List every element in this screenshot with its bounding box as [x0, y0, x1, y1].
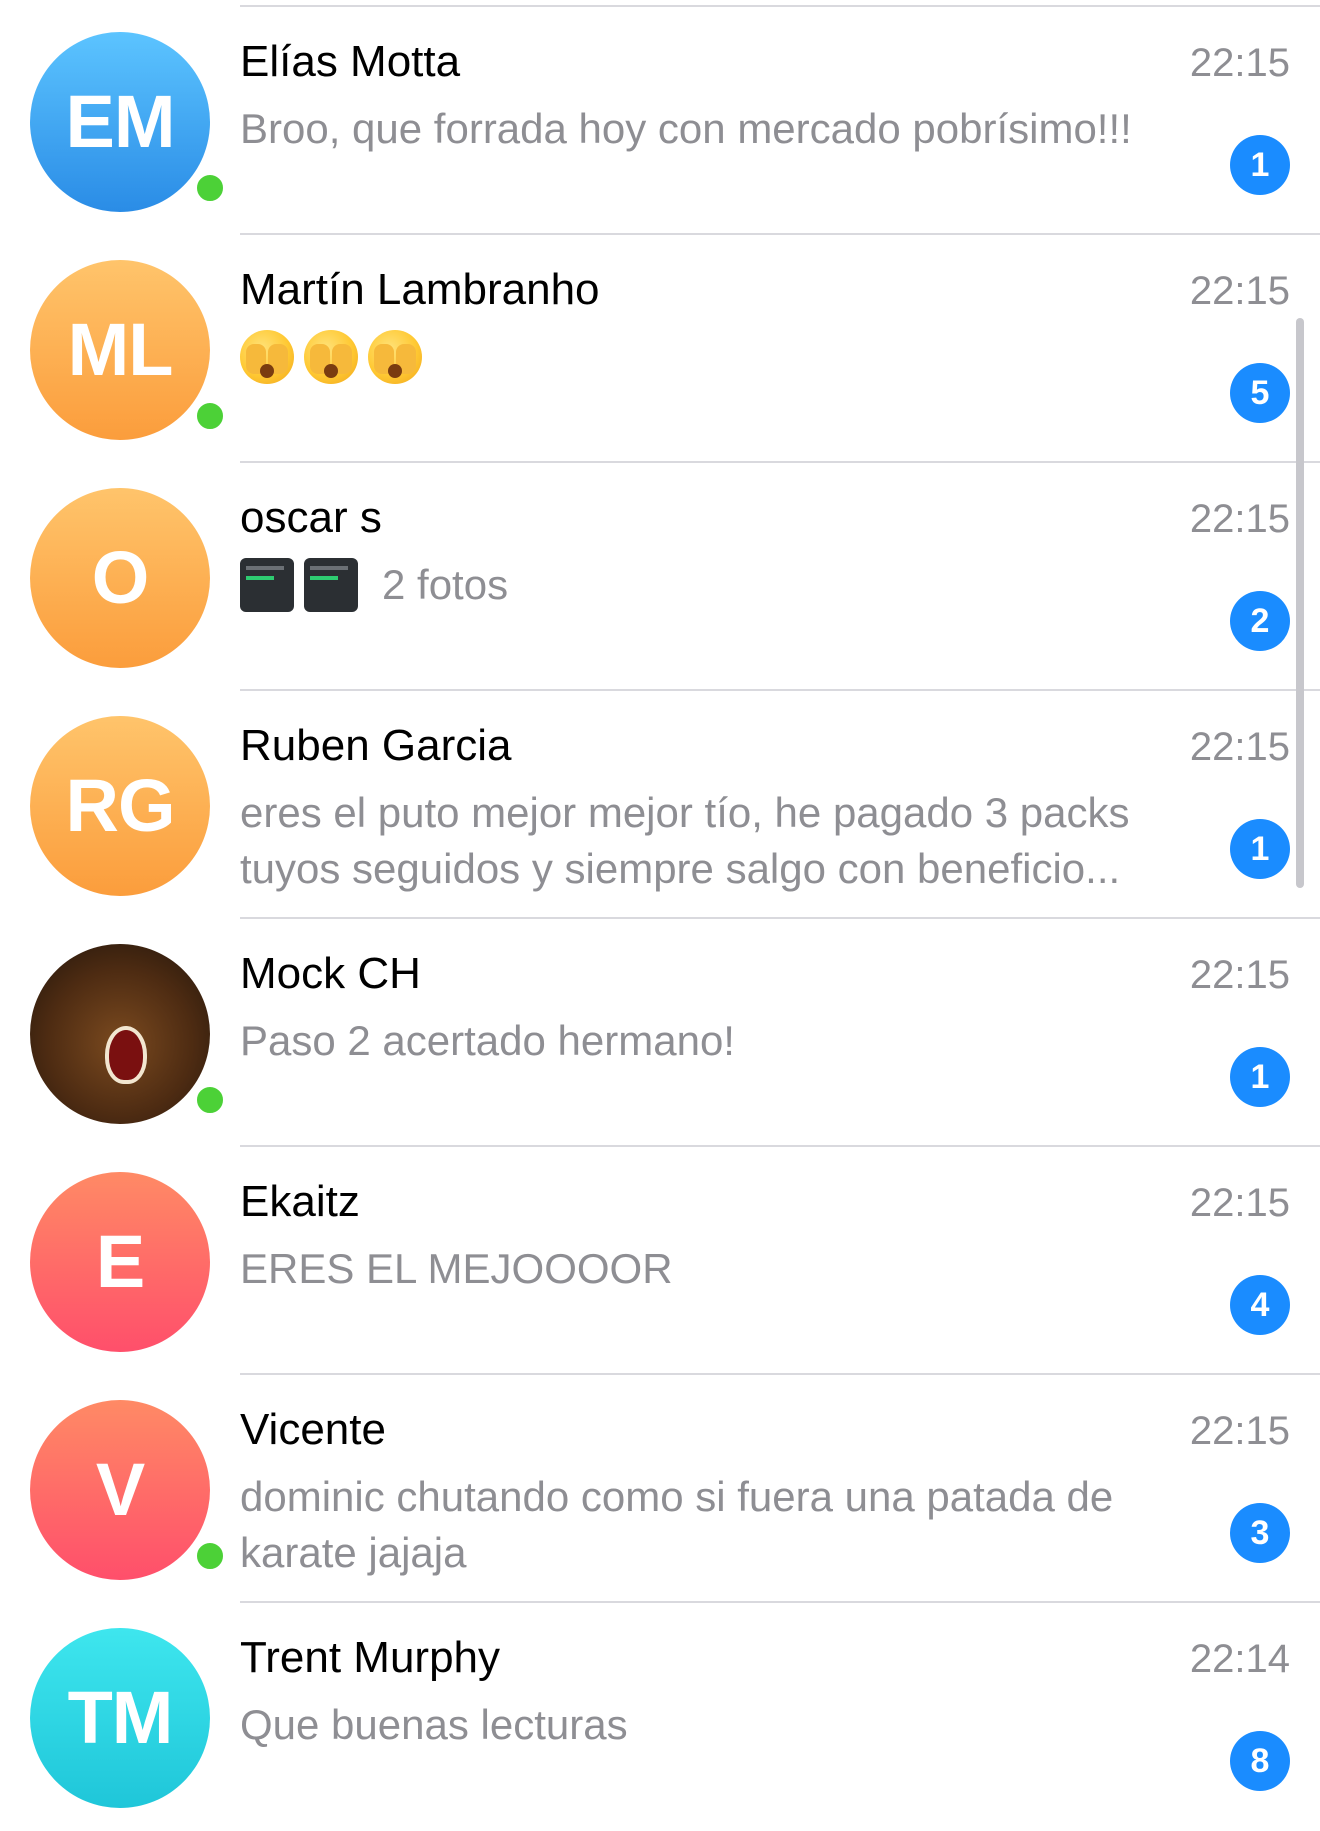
avatar-initials: ML: [67, 308, 174, 391]
unread-badge: 1: [1230, 1047, 1290, 1107]
chat-list: EM Elías Motta 22:15 Broo, que forrada h…: [0, 0, 1320, 1818]
chat-row-vicente[interactable]: V Vicente 22:15 dominic chutando como si…: [0, 1375, 1320, 1603]
online-status-icon: [192, 1082, 228, 1118]
chat-row-mock-ch[interactable]: Mock CH 22:15 Paso 2 acertado hermano! 1: [0, 919, 1320, 1147]
chat-preview: 2 fotos: [240, 557, 1220, 613]
chat-preview: dominic chutando como si fuera una patad…: [240, 1473, 1114, 1576]
online-status-icon: [192, 1538, 228, 1574]
chat-preview: Paso 2 acertado hermano!: [240, 1017, 735, 1064]
chat-name: Elías Motta: [240, 37, 461, 86]
chat-row-trent-murphy[interactable]: TM Trent Murphy 22:14 Que buenas lectura…: [0, 1603, 1320, 1831]
photo-thumbnail: [240, 558, 294, 612]
online-status-icon: [192, 398, 228, 434]
avatar: ML: [30, 260, 228, 440]
chat-name: Trent Murphy: [240, 1633, 501, 1682]
unread-badge: 2: [1230, 591, 1290, 651]
chat-time: 22:15: [1189, 1181, 1290, 1225]
avatar: RG: [30, 716, 210, 896]
chat-time: 22:14: [1189, 1637, 1290, 1681]
chat-row-martin-lambranho[interactable]: ML Martín Lambranho 22:15 5: [0, 235, 1320, 463]
unread-badge: 4: [1230, 1275, 1290, 1335]
chat-preview: Que buenas lecturas: [240, 1701, 628, 1748]
avatar: EM: [30, 32, 228, 212]
chat-name: Mock CH: [240, 949, 421, 998]
avatar-initials: V: [95, 1448, 145, 1531]
avatar: O: [30, 488, 210, 668]
unread-badge: 8: [1230, 1731, 1290, 1791]
avatar-initials: RG: [65, 764, 176, 847]
scrollbar[interactable]: [1296, 318, 1304, 888]
face-with-hands-over-eyes-emoji: [304, 330, 358, 384]
chat-row-oscar-s[interactable]: O oscar s 22:15 2 fotos 2: [0, 463, 1320, 691]
avatar-initials: EM: [65, 80, 176, 163]
chat-name: Ekaitz: [240, 1177, 360, 1226]
avatar: TM: [30, 1628, 210, 1808]
lion-avatar-image: [30, 944, 228, 1124]
face-with-hands-over-eyes-emoji: [240, 330, 294, 384]
avatar: E: [30, 1172, 210, 1352]
avatar-initials: TM: [67, 1676, 174, 1759]
photo-preview: 2 fotos: [240, 557, 1220, 613]
chat-time: 22:15: [1189, 269, 1290, 313]
chat-preview: [240, 329, 1220, 385]
chat-time: 22:15: [1189, 497, 1290, 541]
chat-preview: eres el puto mejor mejor tío, he pagado …: [240, 789, 1130, 892]
online-status-icon: [192, 170, 228, 206]
unread-badge: 1: [1230, 135, 1290, 195]
chat-name: oscar s: [240, 493, 382, 542]
chat-time: 22:15: [1189, 1409, 1290, 1453]
chat-name: Vicente: [240, 1405, 386, 1454]
avatar: V: [30, 1400, 228, 1580]
unread-badge: 3: [1230, 1503, 1290, 1563]
chat-row-ekaitz[interactable]: E Ekaitz 22:15 ERES EL MEJOOOOR 4: [0, 1147, 1320, 1375]
chat-name: Martín Lambranho: [240, 265, 600, 314]
chat-preview: ERES EL MEJOOOOR: [240, 1245, 673, 1292]
chat-time: 22:15: [1189, 953, 1290, 997]
chat-row-elias-motta[interactable]: EM Elías Motta 22:15 Broo, que forrada h…: [0, 7, 1320, 235]
chat-preview: Broo, que forrada hoy con mercado pobrís…: [240, 105, 1132, 152]
face-with-hands-over-eyes-emoji: [368, 330, 422, 384]
unread-badge: 5: [1230, 363, 1290, 423]
chat-row-ruben-garcia[interactable]: RG Ruben Garcia 22:15 eres el puto mejor…: [0, 691, 1320, 919]
chat-time: 22:15: [1189, 725, 1290, 769]
lion-mouth: [105, 1026, 147, 1084]
photo-thumbnail: [304, 558, 358, 612]
chat-name: Ruben Garcia: [240, 721, 512, 770]
emoji-preview: [240, 329, 1220, 385]
chat-time: 22:15: [1189, 41, 1290, 85]
photo-count-label: 2 fotos: [382, 561, 509, 608]
unread-badge: 1: [1230, 819, 1290, 879]
avatar-initials: E: [95, 1220, 145, 1303]
avatar-initials: O: [91, 536, 150, 619]
